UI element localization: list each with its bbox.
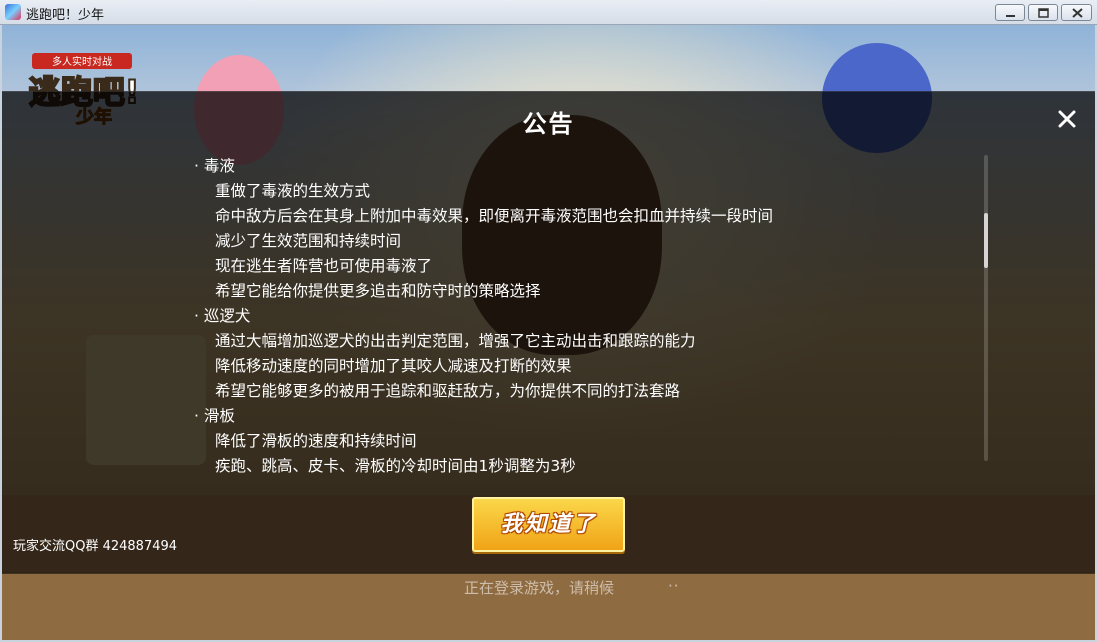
announcement-line: 降低了滑板的速度和持续时间 (215, 432, 417, 450)
announcement-line: 重做了毒液的生效方式 (215, 182, 371, 200)
scrollbar-thumb[interactable] (984, 213, 988, 268)
close-window-button[interactable] (1061, 4, 1092, 21)
announcement-line: 减少了生效范围和持续时间 (215, 232, 402, 250)
announcement-line: 疾跑、跳高、皮卡、滑板的冷却时间由1秒调整为3秒 (215, 457, 576, 474)
announcement-line: 希望它能够更多的被用于追踪和驱赶敌方，为你提供不同的打法套路 (215, 382, 681, 400)
maximize-button[interactable] (1028, 4, 1058, 21)
acknowledge-button[interactable]: 我知道了 (472, 497, 625, 552)
announcement-section-heading: · 毒液 (194, 157, 235, 175)
window-title: 逃跑吧！少年 (26, 8, 105, 23)
loading-dots: ·· (668, 577, 680, 595)
game-viewport: 多人实时对战 逃跑吧! 少年 公告 · 毒液重做了毒液的生效方式命中敌方后会在其… (2, 25, 1095, 640)
announcement-line: 希望它能给你提供更多追击和防守时的策略选择 (215, 282, 541, 300)
minimize-button[interactable] (995, 4, 1025, 21)
window-titlebar: 逃跑吧！少年 (0, 0, 1097, 25)
scrollbar-track[interactable] (984, 155, 988, 461)
announcement-dialog: 公告 · 毒液重做了毒液的生效方式命中敌方后会在其身上附加中毒效果，即便离开毒液… (2, 91, 1095, 574)
announcement-line: 降低移动速度的同时增加了其咬人减速及打断的效果 (215, 357, 572, 375)
restore-icon (1038, 8, 1049, 18)
announcement-content: · 毒液重做了毒液的生效方式命中敌方后会在其身上附加中毒效果，即便离开毒液范围也… (194, 154, 974, 474)
svg-text:多人实时对战: 多人实时对战 (52, 55, 112, 68)
close-icon (1072, 8, 1083, 18)
announcement-line: 命中敌方后会在其身上附加中毒效果，即便离开毒液范围也会扣血并持续一段时间 (215, 207, 774, 225)
qq-group-info: 玩家交流QQ群 424887494 (13, 539, 178, 554)
app-icon (5, 4, 21, 20)
minimize-icon (1006, 15, 1015, 17)
dialog-title: 公告 (522, 110, 575, 138)
close-dialog-icon[interactable] (1054, 106, 1080, 132)
loading-status: 正在登录游戏，请稍候 (464, 579, 615, 597)
announcement-section-heading: · 滑板 (194, 407, 235, 425)
announcement-section-heading: · 巡逻犬 (194, 307, 251, 325)
acknowledge-button-label: 我知道了 (500, 512, 597, 537)
announcement-line: 通过大幅增加巡逻犬的出击判定范围，增强了它主动出击和跟踪的能力 (215, 332, 696, 350)
announcement-line: 现在逃生者阵营也可使用毒液了 (215, 257, 433, 275)
